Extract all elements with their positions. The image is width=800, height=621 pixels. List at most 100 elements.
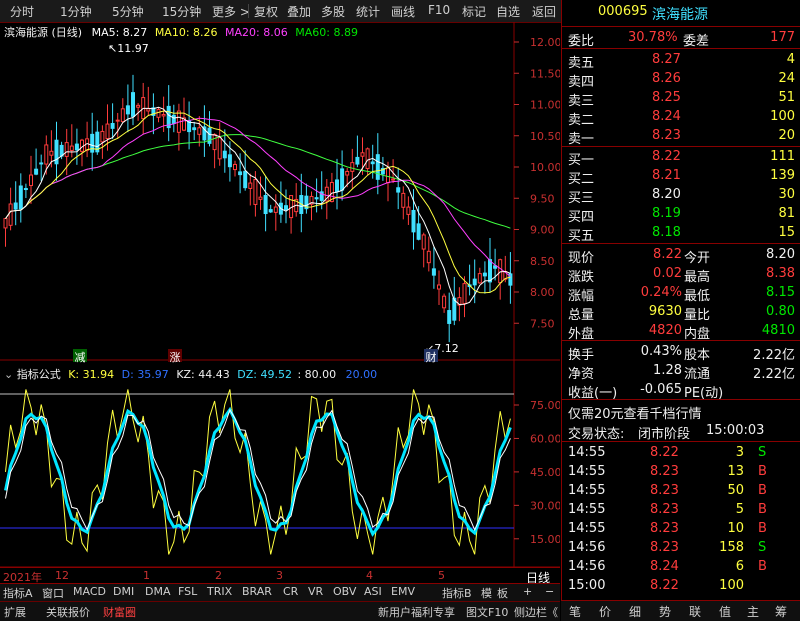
fuquan-button[interactable]: 复权 [254,3,278,20]
tick-volume: 3 [735,445,744,460]
tab-shi[interactable]: 势 [659,603,671,620]
quote-panel: 000695 滨海能源 委比 30.78% 委差 177 卖五 8.27 4 卖… [561,0,800,620]
zhang-tag[interactable]: 涨 [168,349,182,364]
ma20-label: MA20: 8.06 [225,26,288,39]
diejia-button[interactable]: 叠加 [287,3,311,20]
tab-fortune-circle[interactable]: 财富圈 [103,604,136,620]
promo-row[interactable]: 仅需20元查看千档行情 [562,401,800,422]
indicator-title[interactable]: 指标公式 [17,368,61,381]
ask-price: 8.25 [652,90,681,105]
biaoji-button[interactable]: 标记 [462,3,486,20]
candle-body [248,182,253,189]
stat-value: 0.02 [653,266,682,281]
date-label: 1 [143,569,150,582]
candle-body [125,105,130,115]
tab-dmi[interactable]: DMI [113,585,134,598]
ask-row[interactable]: 卖一 8.23 20 [562,126,800,147]
stat-value: 8.15 [766,285,795,300]
bid-row[interactable]: 买四 8.19 81 [562,204,800,225]
tab-jia[interactable]: 价 [599,603,611,620]
candle-body [406,206,411,215]
tab-5min[interactable]: 5分钟 [112,3,144,20]
tab-brar[interactable]: BRAR [242,585,272,598]
candle-body [386,167,390,184]
sidebar-toggle[interactable]: 侧边栏《 [514,604,558,620]
kline-chart[interactable]: 12.00 11.50 11.00 10.50 10.00 9.50 9.00 8.50 8.0… [0,22,560,567]
ask-row[interactable]: 卖三 8.25 51 [562,88,800,109]
remove-button[interactable]: − [545,585,554,598]
tab-extend[interactable]: 扩展 [4,604,26,620]
zixuan-button[interactable]: 自选 [496,3,520,20]
tick-time: 14:55 [568,483,606,498]
candle-body [401,192,406,208]
tab-vr[interactable]: VR [308,585,323,598]
tick-price: 8.23 [650,483,679,498]
tab-window[interactable]: 窗口 [42,585,64,601]
extension-tabs: 扩展 关联报价 财富圈 新用户福利专享 图文F10 侧边栏《 [0,601,560,621]
stock-header: 000695 滨海能源 [562,2,800,24]
jian-tag[interactable]: 减 [73,349,87,364]
tab-1min[interactable]: 1分钟 [60,3,92,20]
tab-dma[interactable]: DMA [145,585,171,598]
candle-body [212,133,217,151]
tab-fenshi[interactable]: 分时 [10,3,34,20]
back-button[interactable]: 返回 [532,3,556,20]
tab-mo[interactable]: 模 [481,585,492,601]
new-user-promo-link[interactable]: 新用户福利专享 [378,604,455,620]
stat-value: -0.065 [640,382,682,397]
tab-asi[interactable]: ASI [364,585,382,598]
bid-row[interactable]: 买三 8.20 30 [562,185,800,206]
tab-15min[interactable]: 15分钟 [162,3,201,20]
tab-indicator-b[interactable]: 指标B [442,585,472,601]
tab-macd[interactable]: MACD [73,585,106,598]
date-label: 12 [55,569,69,582]
axis-tick-label: 60.00 [530,432,560,445]
cai-tag[interactable]: 财 [424,349,438,364]
tab-zhi[interactable]: 值 [719,603,731,620]
add-button[interactable]: + [523,585,532,598]
ask-row[interactable]: 卖四 8.26 24 [562,69,800,90]
tick-row: 15:00 8.22 100 [562,576,800,596]
tab-zhu[interactable]: 主 [747,603,759,620]
tab-chou[interactable]: 筹 [775,603,787,620]
weicha-value: 177 [770,30,795,45]
ask-volume: 4 [786,52,795,67]
tab-fsl[interactable]: FSL [178,585,197,598]
tab-related-quotes[interactable]: 关联报价 [46,604,90,620]
tab-obv[interactable]: OBV [333,585,356,598]
f10-button[interactable]: F10 [428,3,450,17]
tab-lian[interactable]: 联 [689,603,701,620]
bid-row[interactable]: 买五 8.18 15 [562,223,800,244]
tab-emv[interactable]: EMV [391,585,415,598]
stock-code: 000695 [598,4,648,19]
promo-text[interactable]: 仅需20元查看千档行情 [568,403,702,422]
bid-row[interactable]: 买一 8.22 111 [562,147,800,168]
ask-row[interactable]: 卖二 8.24 100 [562,107,800,128]
tongji-button[interactable]: 统计 [356,3,380,20]
duogu-button[interactable]: 多股 [321,3,345,20]
axis-tick-label: 11.50 [530,67,560,80]
tab-trix[interactable]: TRIX [207,585,232,598]
candle-body [238,171,243,176]
huaxian-button[interactable]: 画线 [391,3,415,20]
tab-bi[interactable]: 笔 [569,603,581,620]
tick-side: B [758,464,767,479]
more-button[interactable]: 更多 > [212,3,250,20]
candle-body [222,150,227,159]
ask-row[interactable]: 卖五 8.27 4 [562,50,800,71]
tab-f10-graphic[interactable]: 图文F10 [466,604,508,620]
bid-volume: 81 [778,206,795,221]
toolbar-divider [248,4,249,18]
tab-ban[interactable]: 板 [497,585,508,601]
candle-body [360,152,365,157]
tab-indicator-a[interactable]: 指标A [3,585,33,601]
tick-side: B [758,521,767,536]
tab-xi[interactable]: 细 [629,603,641,620]
bid-row[interactable]: 买二 8.21 139 [562,166,800,187]
candle-body [171,114,176,124]
weibi-value: 30.78% [628,30,678,45]
chevron-down-icon[interactable]: ⌄ [4,368,13,381]
stat-row: 涨幅 0.24% 最低 8.15 [562,283,800,304]
stat-row: 换手 0.43% 股本 2.22亿 [562,342,800,363]
tab-cr[interactable]: CR [283,585,298,598]
